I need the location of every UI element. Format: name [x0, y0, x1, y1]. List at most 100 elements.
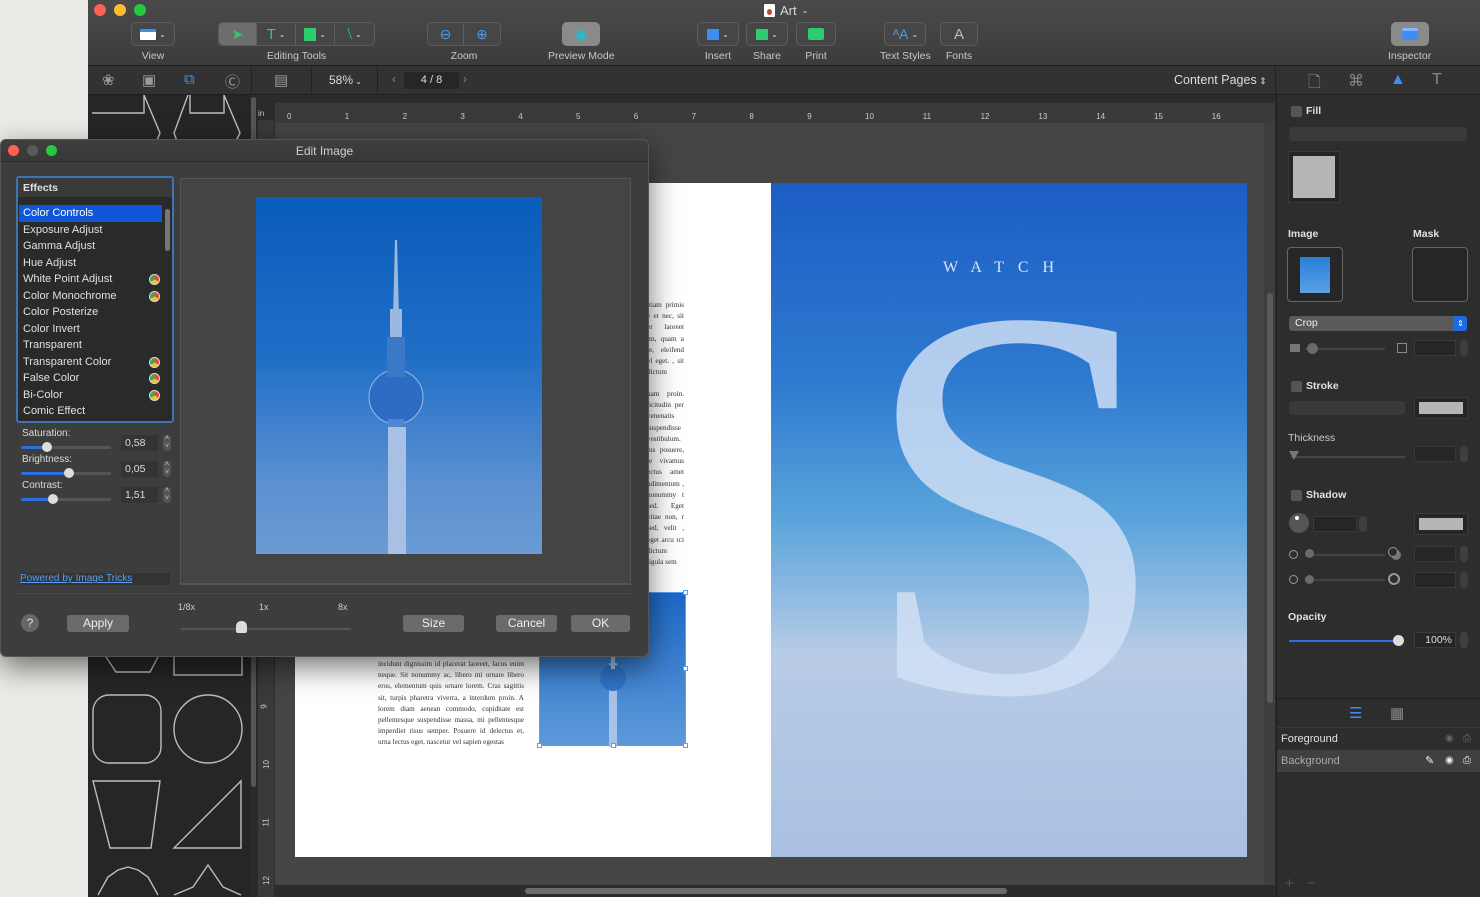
shadow-color-well[interactable]: [1414, 513, 1468, 535]
text-tool-button[interactable]: T ⌄: [257, 23, 296, 45]
control-value-field[interactable]: 1,51: [121, 487, 158, 503]
layer-row-foreground[interactable]: Foreground ◉ ⎙: [1277, 728, 1480, 750]
control-slider-knob[interactable]: [42, 442, 53, 452]
share-button[interactable]: ⌄: [747, 23, 787, 45]
effects-list[interactable]: Color Controls Exposure Adjust Gamma Adjus…: [19, 205, 162, 420]
grid-tab-icon[interactable]: ▦: [1390, 704, 1404, 722]
text-styles-button[interactable]: ᴬA ⌄: [885, 23, 925, 45]
mask-well[interactable]: [1412, 247, 1468, 302]
preview-zoom-slider-knob[interactable]: [235, 621, 247, 633]
shape-trapezoid[interactable]: [92, 780, 161, 849]
effect-item[interactable]: Hue Adjust: [19, 255, 162, 272]
minimize-button[interactable]: [114, 4, 126, 16]
resize-handle[interactable]: [611, 743, 616, 748]
fonts-button[interactable]: A: [941, 23, 977, 45]
page-set-select[interactable]: Content Pages ⇕: [1174, 73, 1267, 87]
thickness-stepper[interactable]: [1460, 446, 1468, 462]
shadow-angle-stepper[interactable]: [1359, 516, 1367, 532]
effect-item[interactable]: White Point Adjust: [19, 271, 162, 288]
zoom-window-button[interactable]: [134, 4, 146, 16]
preview-zoom-slider[interactable]: [181, 628, 351, 630]
shadow-blur-stepper[interactable]: [1460, 572, 1468, 588]
cancel-button[interactable]: Cancel: [496, 615, 557, 632]
document-inspector-tab-icon[interactable]: 🗋: [1308, 71, 1321, 98]
shape-tool-button[interactable]: ⌄: [296, 23, 335, 45]
previous-page-button[interactable]: ‹: [392, 72, 396, 86]
layer-row-background[interactable]: Background ✎ ◉ ⎙: [1277, 750, 1480, 772]
shadow-offset-field[interactable]: [1414, 546, 1456, 562]
opacity-slider-knob[interactable]: [1393, 635, 1404, 646]
effect-item[interactable]: Color Invert: [19, 321, 162, 338]
resize-handle[interactable]: [683, 590, 688, 595]
opacity-field[interactable]: 100%: [1414, 632, 1456, 648]
control-stepper[interactable]: ˄ ˅: [163, 435, 171, 451]
stroke-checkbox[interactable]: [1291, 381, 1302, 392]
stroke-style-select[interactable]: [1289, 401, 1405, 415]
right-page-cover[interactable]: S WATCH: [771, 183, 1247, 857]
text-inspector-tab-icon[interactable]: T: [1432, 71, 1442, 89]
control-stepper[interactable]: ˄ ˅: [163, 487, 171, 503]
dialog-zoom-button[interactable]: [46, 145, 57, 156]
shadow-offset-slider[interactable]: [1305, 554, 1385, 556]
image-well[interactable]: [1287, 247, 1343, 302]
preview-mode-button[interactable]: ◉: [563, 23, 599, 45]
shape-circle[interactable]: [173, 694, 243, 764]
effects-scrollbar[interactable]: [165, 209, 170, 251]
shadow-blur-slider[interactable]: [1305, 579, 1385, 581]
shapes-icon[interactable]: ⧉: [184, 71, 195, 88]
effect-item[interactable]: Transparent Color: [19, 354, 162, 371]
effect-item[interactable]: Transparent: [19, 337, 162, 354]
opacity-slider[interactable]: [1289, 640, 1401, 642]
effect-item[interactable]: Color Monochrome: [19, 288, 162, 305]
shadow-offset-slider-knob[interactable]: [1305, 549, 1314, 558]
fill-type-select[interactable]: [1289, 127, 1467, 141]
add-layer-button[interactable]: +: [1285, 875, 1294, 892]
zoom-level-select[interactable]: 58% ⌄: [329, 73, 362, 87]
shadow-angle-field[interactable]: [1313, 516, 1357, 532]
close-button[interactable]: [94, 4, 106, 16]
control-slider[interactable]: [21, 494, 111, 504]
shadow-blur-slider-knob[interactable]: [1305, 575, 1314, 584]
size-button[interactable]: Size: [403, 615, 464, 632]
shape-rectangle[interactable]: [173, 654, 243, 676]
shape-star[interactable]: [173, 863, 242, 896]
shapes-library-icon[interactable]: ❀: [102, 71, 115, 89]
select-tool-button[interactable]: ➤: [219, 23, 257, 45]
thickness-slider-knob[interactable]: [1289, 451, 1299, 460]
pencil-icon[interactable]: ✎: [1425, 750, 1434, 772]
control-slider[interactable]: [21, 442, 111, 452]
effect-item[interactable]: Color Posterize: [19, 304, 162, 321]
thickness-slider[interactable]: [1291, 456, 1405, 458]
control-stepper[interactable]: ˄ ˅: [163, 461, 171, 477]
thickness-field[interactable]: [1414, 446, 1456, 462]
effect-item[interactable]: Color Controls: [19, 205, 162, 222]
canvas-horizontal-scrollbar[interactable]: [275, 885, 1275, 897]
ruler-inspector-tab-icon[interactable]: ⌘: [1348, 71, 1364, 91]
image-scale-stepper[interactable]: [1460, 340, 1468, 356]
layers-tab-icon[interactable]: ☰: [1349, 704, 1362, 722]
control-slider-knob[interactable]: [63, 468, 74, 478]
image-scale-slider-knob[interactable]: [1307, 343, 1318, 354]
opacity-stepper[interactable]: [1460, 632, 1468, 648]
zoom-out-button[interactable]: ⊖: [428, 23, 464, 45]
fill-checkbox[interactable]: [1291, 106, 1302, 117]
dialog-close-button[interactable]: [8, 145, 19, 156]
inspector-button[interactable]: [1392, 23, 1428, 45]
fill-color-well[interactable]: [1288, 151, 1340, 203]
printer-icon[interactable]: ⎙: [1463, 750, 1471, 772]
ok-button[interactable]: OK: [571, 615, 630, 632]
page-indicator[interactable]: 4 / 8: [404, 72, 459, 89]
control-slider-knob[interactable]: [47, 494, 58, 504]
line-tool-button[interactable]: ⧵ ⌄: [335, 23, 374, 45]
shape-rounded-rectangle[interactable]: [92, 694, 162, 764]
image-scale-select[interactable]: Crop ⇕: [1289, 316, 1467, 331]
page-layout-icon[interactable]: ▤: [274, 71, 288, 89]
print-button[interactable]: [797, 23, 835, 45]
shadow-blur-field[interactable]: [1414, 572, 1456, 588]
next-page-button[interactable]: ›: [463, 72, 467, 86]
document-title[interactable]: Art ⌄: [764, 3, 808, 18]
eye-icon[interactable]: ◉: [1445, 750, 1454, 772]
canvas-vertical-scrollbar[interactable]: [1264, 123, 1275, 885]
effect-item[interactable]: Exposure Adjust: [19, 222, 162, 239]
view-button[interactable]: ⌄: [132, 23, 174, 45]
